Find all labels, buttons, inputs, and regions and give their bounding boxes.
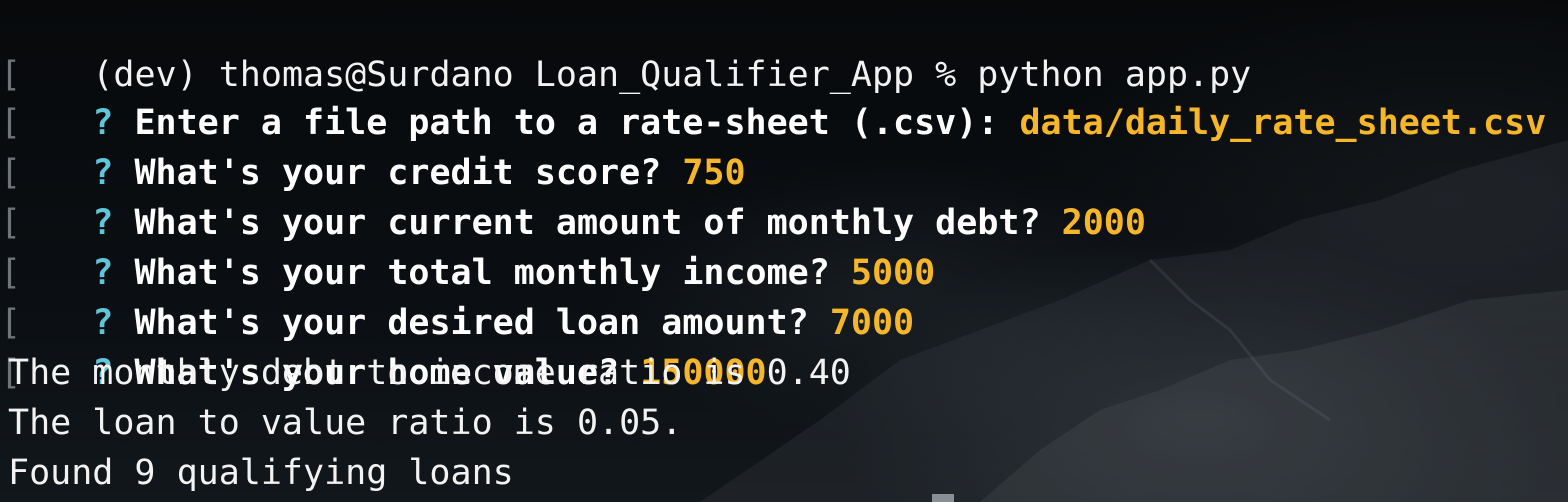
output-line-dti: The monthly debt to income ratio is 0.40 (8, 353, 851, 393)
question-line-5: [? What's your desired loan amount? 7000 (0, 248, 914, 343)
terminal-cursor (932, 494, 954, 502)
question-answer: 7000 (829, 303, 915, 343)
output-line-loans-found: Found 9 qualifying loans (8, 453, 514, 493)
question-answer: data/daily_rate_sheet.csv (1019, 103, 1547, 143)
question-line-4: [? What's your total monthly income? 500… (0, 198, 935, 293)
question-line-1: [? Enter a file path to a rate-sheet (.c… (0, 48, 1546, 143)
question-line-2: [? What's your credit score? 750 (0, 98, 746, 193)
command-line: [(dev) thomas@Surdano Loan_Qualifier_App… (0, 0, 1251, 95)
question-line-3: [? What's your current amount of monthly… (0, 148, 1146, 243)
terminal-window[interactable]: [(dev) thomas@Surdano Loan_Qualifier_App… (0, 0, 1568, 502)
question-line-6: [? What's your home value? 150000 (0, 298, 767, 393)
question-answer: 2000 (1061, 203, 1146, 243)
output-line-ltv: The loan to value ratio is 0.05. (8, 403, 683, 443)
